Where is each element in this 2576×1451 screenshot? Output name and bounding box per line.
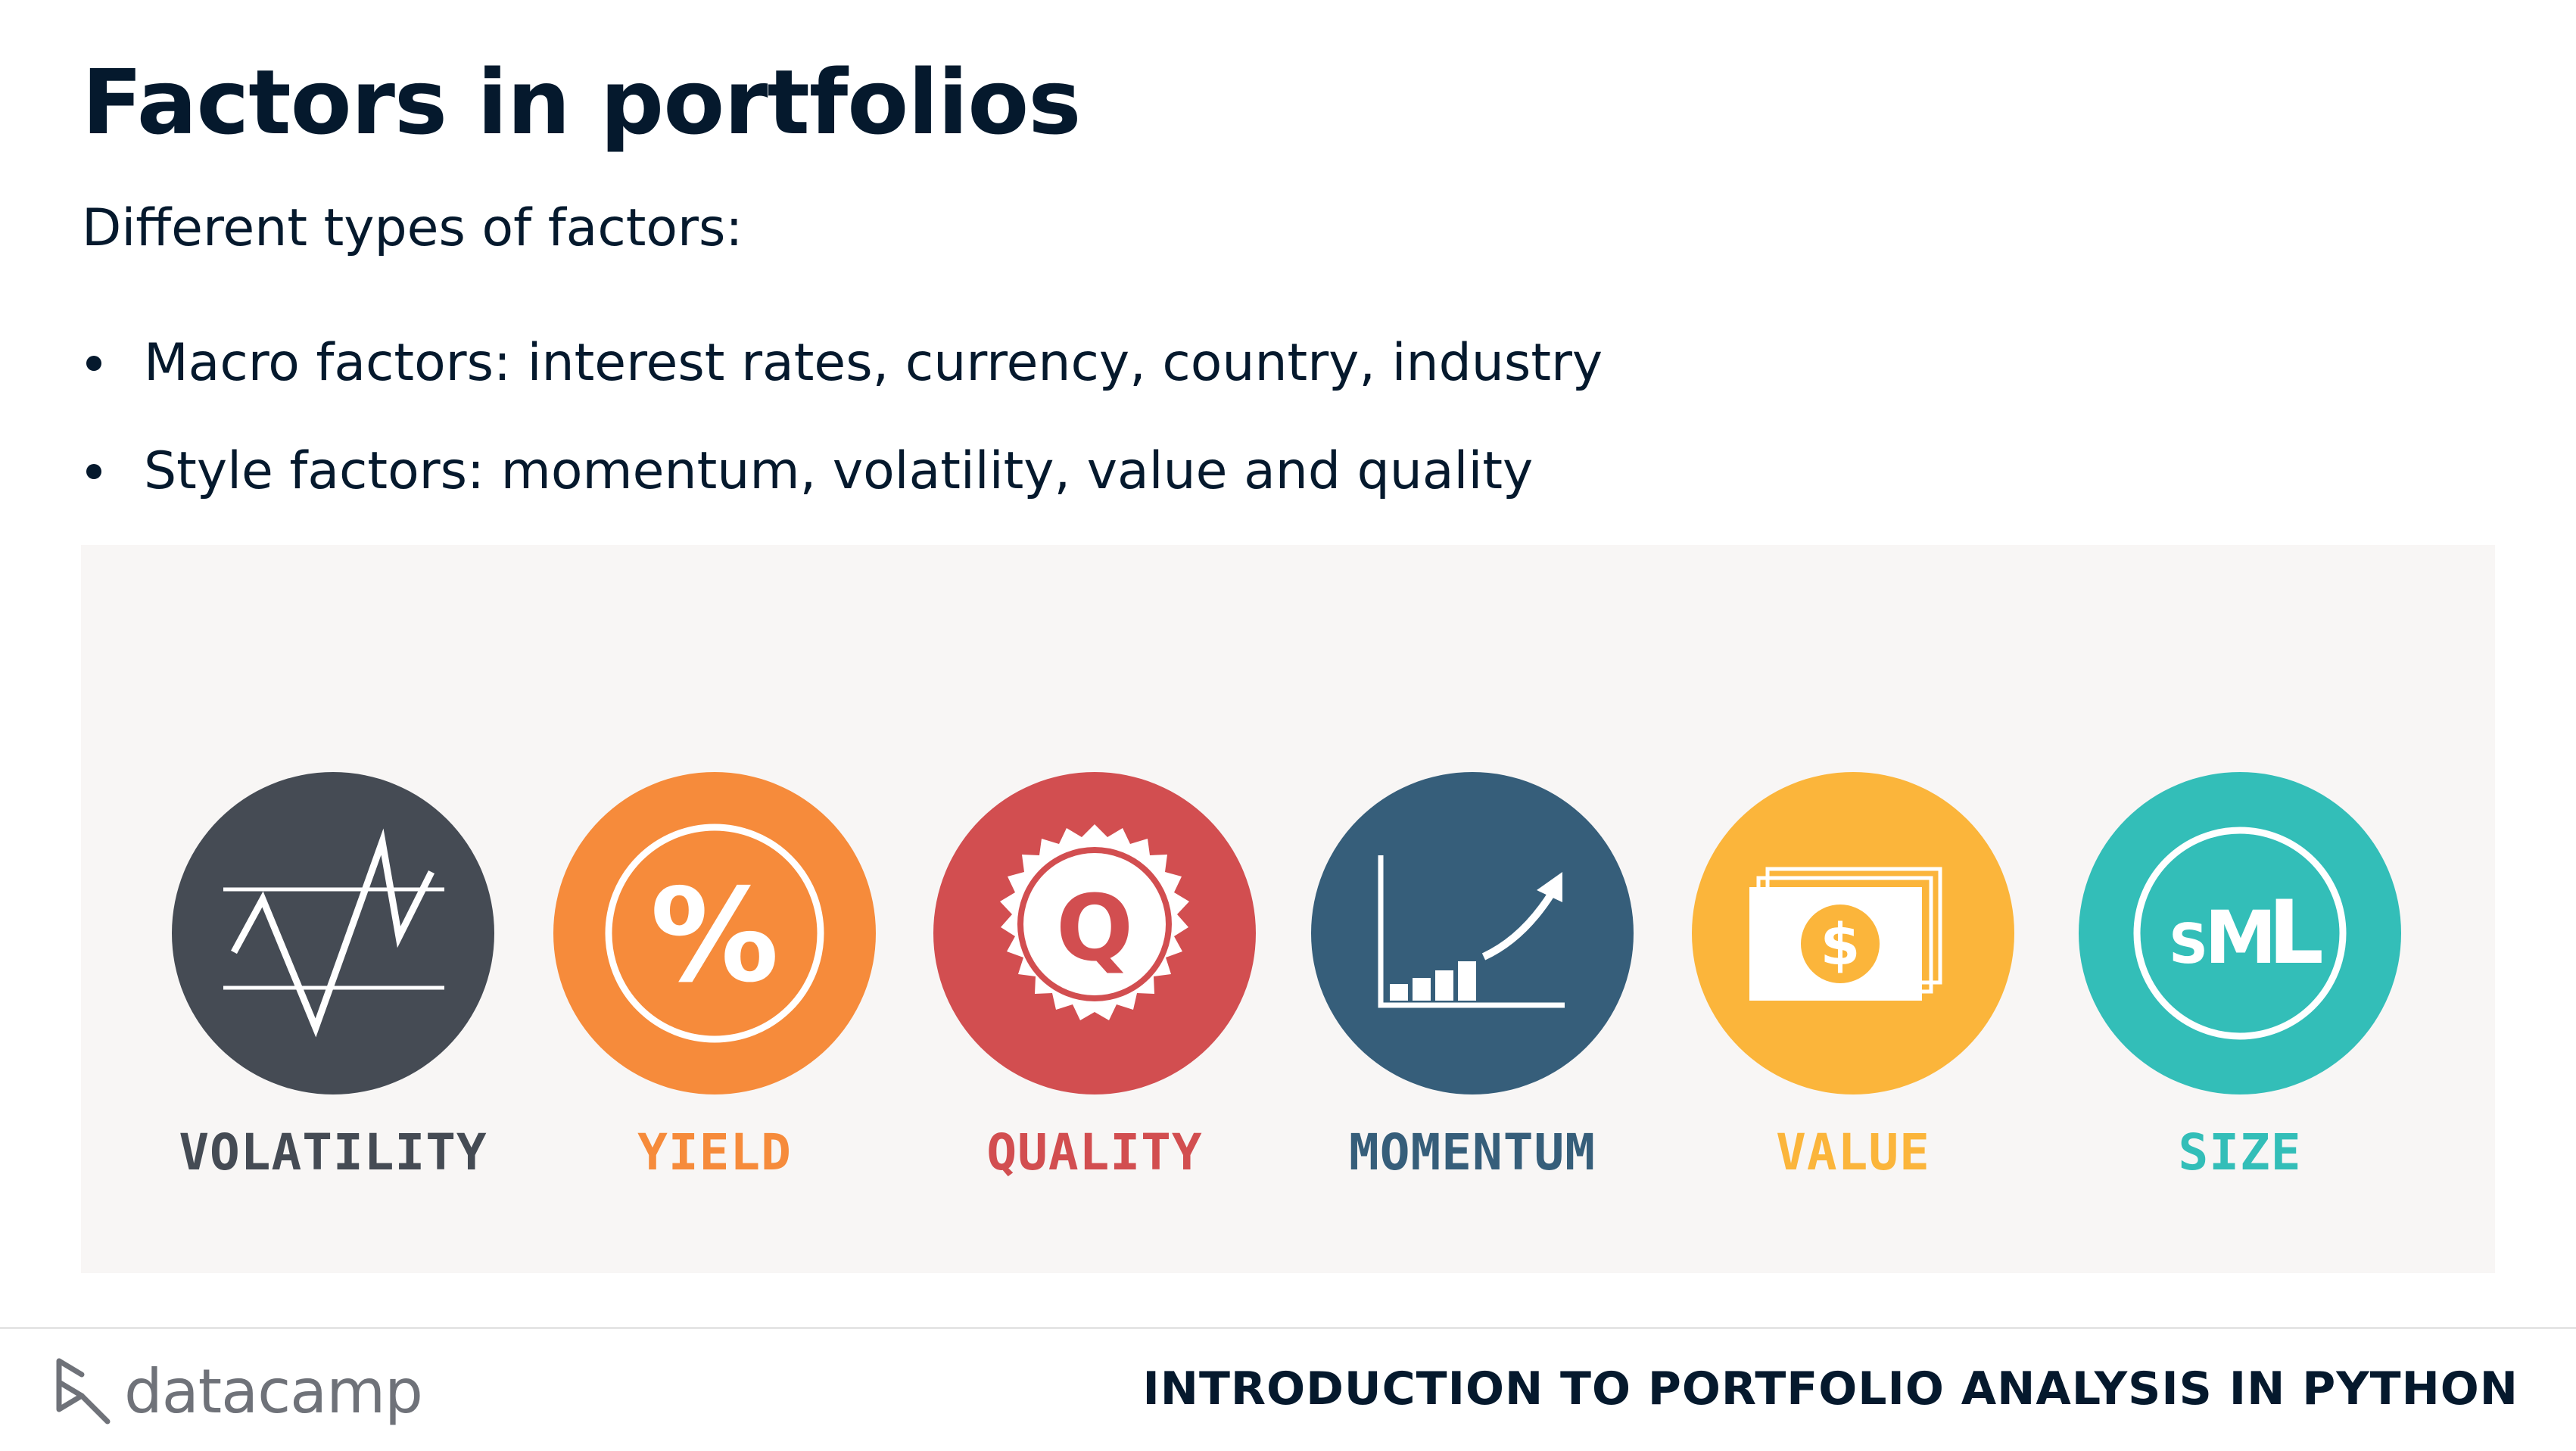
size-sml-icon: S M L (2079, 772, 2401, 1094)
volatility-icon (172, 772, 494, 1094)
bullet-text: Style factors: momentum, volatility, val… (144, 441, 1534, 501)
factor-label: VOLATILITY (179, 1123, 487, 1182)
factor-label: QUALITY (986, 1123, 1203, 1182)
factor-label: MOMENTUM (1349, 1123, 1596, 1182)
volatility-circle (172, 772, 494, 1094)
bullet-list: Macro factors: interest rates, currency,… (82, 325, 1603, 542)
size-l-glyph: L (2268, 882, 2324, 984)
factor-yield: % YIELD (552, 772, 877, 1182)
size-s-glyph: S (2169, 912, 2208, 976)
bullet-item: Style factors: momentum, volatility, val… (82, 434, 1603, 542)
factor-size: S M L SIZE (2077, 772, 2403, 1182)
bullet-item: Macro factors: interest rates, currency,… (82, 325, 1603, 434)
momentum-chart-icon (1311, 772, 1634, 1094)
course-title: INTRODUCTION TO PORTFOLIO ANALYSIS IN PY… (1142, 1362, 2518, 1415)
factor-value: $ VALUE (1690, 772, 2016, 1182)
slide: Factors in portfolios Different types of… (0, 0, 2576, 1451)
factor-label: SIZE (2178, 1123, 2302, 1182)
factor-label: YIELD (637, 1123, 792, 1182)
datacamp-logo-icon (56, 1358, 111, 1425)
footer-divider (0, 1327, 2576, 1329)
factor-quality: Q QUALITY (932, 772, 1257, 1182)
bullet-text: Macro factors: interest rates, currency,… (144, 333, 1603, 393)
slide-subtitle: Different types of factors: (82, 198, 743, 258)
datacamp-logo: datacamp (55, 1353, 423, 1429)
bullet-dot-icon (86, 356, 101, 371)
quality-glyph: Q (1056, 877, 1133, 982)
factor-label: VALUE (1776, 1123, 1930, 1182)
factor-momentum: MOMENTUM (1310, 772, 1635, 1182)
percent-icon: % (553, 772, 876, 1094)
factor-volatility: VOLATILITY (170, 772, 496, 1182)
percent-glyph: % (650, 861, 779, 1011)
dollar-glyph: $ (1821, 911, 1861, 978)
dollar-bill-icon: $ (1692, 772, 2014, 1094)
size-m-glyph: M (2204, 895, 2277, 980)
logo-wordmark: datacamp (124, 1356, 423, 1427)
factor-icons-panel: VOLATILITY % YIELD Q QUALITY MOMENTUM $ … (81, 545, 2495, 1273)
quality-seal-icon: Q (933, 772, 1256, 1094)
bullet-dot-icon (86, 464, 101, 479)
slide-title: Factors in portfolios (82, 50, 1082, 154)
